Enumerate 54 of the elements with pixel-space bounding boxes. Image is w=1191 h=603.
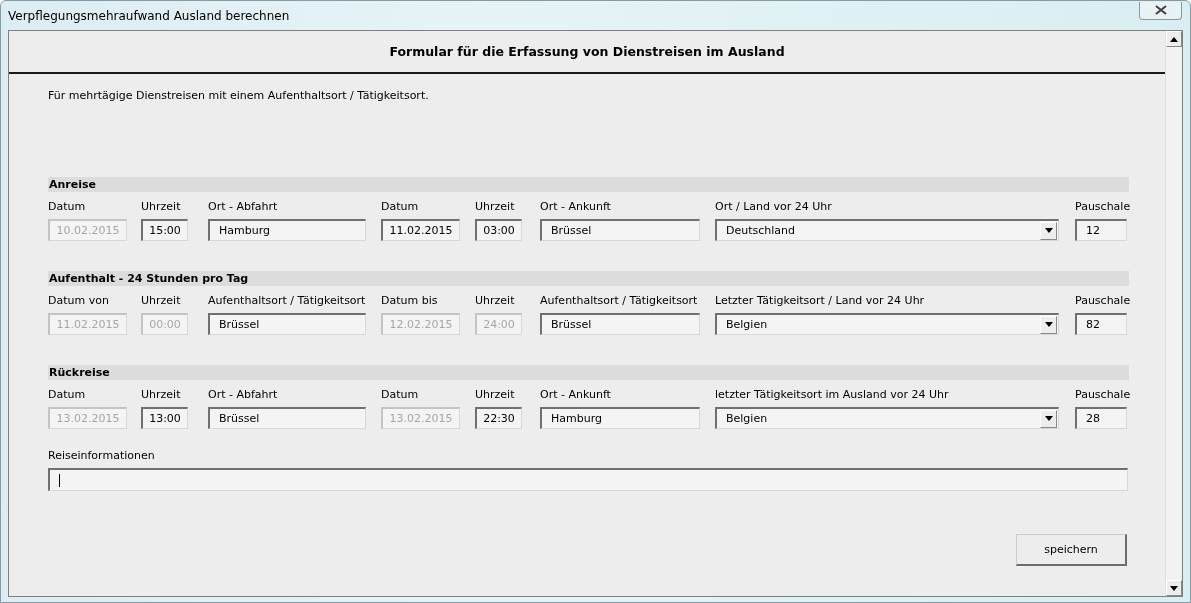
field-label: Reiseinformationen	[48, 449, 156, 462]
amount-field[interactable]: 12	[1075, 219, 1127, 241]
field-label: Ort / Land vor 24 Uhr	[715, 200, 833, 214]
field-label: Uhrzeit	[141, 294, 182, 308]
field-label: Ort - Ankunft	[540, 200, 612, 214]
field-label: Uhrzeit	[141, 388, 182, 402]
field-label: Uhrzeit	[475, 294, 516, 308]
close-button[interactable]	[1139, 1, 1182, 20]
field-label: Letzter Tätigkeitsort / Land vor 24 Uhr	[715, 294, 926, 308]
field-label: Datum	[48, 388, 87, 402]
text-field[interactable]: Brüssel	[208, 407, 366, 429]
up-arrow-icon	[1170, 36, 1178, 42]
time-field[interactable]: 15:00	[141, 219, 188, 241]
field-label: Ort - Ankunft	[540, 388, 612, 402]
down-arrow-icon	[1170, 585, 1178, 591]
text-field[interactable]: Hamburg	[540, 407, 700, 429]
field-label: Datum bis	[381, 294, 439, 308]
country-dropdown[interactable]: Belgien	[715, 407, 1059, 429]
close-icon	[1154, 5, 1167, 15]
field-label: Uhrzeit	[475, 388, 516, 402]
date-field[interactable]: 11.02.2015	[381, 219, 460, 241]
field-label: Ort - Abfahrt	[208, 388, 279, 402]
country-dropdown[interactable]: Belgien	[715, 313, 1059, 335]
field-label: letzter Tätigkeitsort im Ausland vor 24 Uhr	[715, 388, 950, 402]
field-label: Uhrzeit	[141, 200, 182, 214]
field-label: Aufenthaltsort / Tätigkeitsort	[540, 294, 699, 308]
form-heading: Formular für die Erfassung von Dienstreisen im Ausland	[389, 44, 785, 59]
text-field[interactable]: Brüssel	[540, 313, 700, 335]
country-dropdown[interactable]: Deutschland	[715, 219, 1059, 241]
field-label: Aufenthaltsort / Tätigkeitsort	[208, 294, 366, 308]
section-header: Anreise	[48, 177, 1129, 192]
field-label: Datum	[381, 200, 420, 214]
text-cursor	[59, 473, 60, 487]
time-field[interactable]: 22:30	[475, 407, 522, 429]
field-label: Datum	[48, 200, 87, 214]
time-field[interactable]: 03:00	[475, 219, 522, 241]
notes-field[interactable]	[48, 468, 1128, 491]
amount-field[interactable]: 28	[1075, 407, 1127, 429]
field-label: Datum	[381, 388, 420, 402]
field-label: Ort - Abfahrt	[208, 200, 279, 214]
field-label: Uhrzeit	[475, 200, 516, 214]
amount-field[interactable]: 82	[1075, 313, 1127, 335]
save-button[interactable]: speichern	[1016, 534, 1127, 566]
intro-text: Für mehrtägige Dienstreisen mit einem Aufenthaltsort / Tätigkeitsort.	[48, 89, 430, 102]
text-field[interactable]: Brüssel	[540, 219, 700, 241]
scroll-down-button[interactable]	[1166, 580, 1182, 596]
field-label: Datum von	[48, 294, 110, 308]
text-field[interactable]: Brüssel	[208, 313, 366, 335]
section-header: Rückreise	[48, 365, 1129, 380]
text-field[interactable]: Hamburg	[208, 219, 366, 241]
window-title: Verpflegungsmehraufwand Ausland berechnen	[8, 8, 290, 23]
time-field[interactable]: 13:00	[141, 407, 188, 429]
section-header: Aufenthalt - 24 Stunden pro Tag	[48, 271, 1129, 286]
scroll-up-button[interactable]	[1166, 31, 1182, 47]
